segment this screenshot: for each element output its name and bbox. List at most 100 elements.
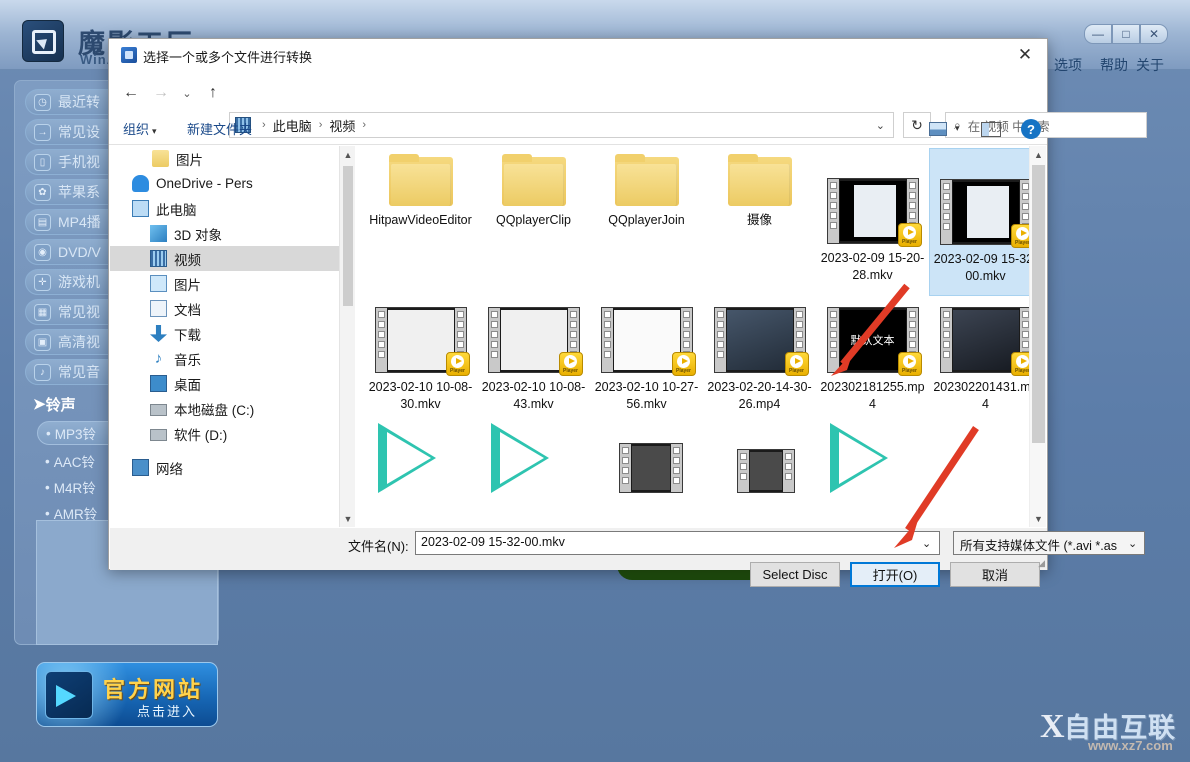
folder-icon [614,154,679,206]
dialog-titlebar: 选择一个或多个文件进行转换 ✕ [109,39,1047,71]
video-thumbnail [737,449,795,493]
menu-item-options[interactable]: 选项 [1054,55,1082,75]
music-icon: ♪ [34,363,51,381]
menu-item-about[interactable]: 关于 [1136,55,1164,75]
tree-scrollbar[interactable]: ▲ ▼ [339,146,355,527]
music-icon: ♪ [154,350,163,367]
dialog-close-button[interactable]: ✕ [1003,39,1047,70]
list-item[interactable]: Player 2023-02-10 10-27-56.mkv [590,301,703,449]
tree-scroll-thumb[interactable] [343,166,353,306]
file-name-label: 2023-02-10 10-08-30.mkv [368,380,473,411]
list-item[interactable]: 摄像 [703,148,816,296]
view-chevron-down-icon[interactable]: ▾ [955,123,960,134]
arrow-right-icon: → [34,123,51,141]
tree-item-onedrive[interactable]: OneDrive - Pers [110,171,355,196]
file-name-label: QQplayerClip [495,213,572,227]
play-triangle-icon [826,423,900,493]
tree-item-label: 此电脑 [156,202,197,218]
organize-button[interactable]: 组织 ▾ [123,119,157,138]
cancel-button[interactable]: 取消 [950,562,1040,587]
tree-item-label: 3D 对象 [174,227,223,243]
file-open-dialog: 选择一个或多个文件进行转换 ✕ ← → ⌄ ↑ › 此电脑 › 视频 › ⌄ ↻… [108,38,1147,587]
tree-item-label: 图片 [176,152,203,168]
list-scroll-thumb[interactable] [1032,165,1045,443]
tree-item-3d-objects[interactable]: 3D 对象 [110,221,355,246]
app-logo-icon [22,20,64,62]
folder-icon [501,154,566,206]
select-disc-button[interactable]: Select Disc [750,562,840,587]
view-mode-icon[interactable] [929,122,947,136]
filetype-dropdown-chevron-icon[interactable]: ⌄ [1128,537,1137,550]
navigation-tree-pane: 图片 OneDrive - Pers 此电脑 3D 对象 视频 图片 文档 下载… [110,146,355,527]
file-name-label: HitpawVideoEditor [369,213,472,227]
list-item[interactable]: Player 2023-02-20-14-30-26.mp4 [703,301,816,449]
file-name-label: 2023-02-09 15-32-00.mkv [933,252,1038,283]
tree-item-label: 桌面 [174,377,201,393]
forward-button[interactable]: → [149,81,173,105]
downloads-icon [150,325,167,342]
tree-item-music[interactable]: ♪ 音乐 [110,346,355,371]
sidebar-item-label: 常见音 [58,364,100,380]
cloud-icon [132,175,149,192]
tree-scroll-up-icon[interactable]: ▲ [340,146,355,163]
tree-item-video[interactable]: 视频 [110,246,355,271]
video-thumbnail: 默认文本 Player [826,307,922,376]
ringtone-icon: ➤ [33,396,46,413]
filename-input[interactable]: 2023-02-09 15-32-00.mkv [415,531,940,555]
tree-item-label: 音乐 [174,352,201,368]
file-list-pane: HitpawVideoEditor QQplayerClip QQplayerJ… [356,146,1046,527]
list-item[interactable]: QQplayerClip [477,148,590,296]
tree-item-documents[interactable]: 文档 [110,296,355,321]
folder-icon [152,150,169,167]
list-item[interactable]: QQplayerJoin [590,148,703,296]
new-folder-button[interactable]: 新建文件夹 [187,119,252,138]
app-close-button[interactable]: ✕ [1140,24,1168,44]
tree-item-downloads[interactable]: 下载 [110,321,355,346]
list-scroll-up-icon[interactable]: ▲ [1030,146,1046,163]
sidebar-item-label: 最近转 [58,94,100,110]
list-item[interactable]: HitpawVideoEditor [364,148,477,296]
tree-item-local-disk-c[interactable]: 本地磁盘 (C:) [110,396,355,421]
tree-item-software-d[interactable]: 软件 (D:) [110,421,355,446]
tree-item-this-pc[interactable]: 此电脑 [110,196,355,221]
disc-icon: ◉ [34,243,51,261]
preview-pane-icon[interactable] [981,122,1001,137]
tree-scroll-down-icon[interactable]: ▼ [340,510,355,527]
file-name-label: 202302181255.mp4 [820,380,925,411]
folder-icon [727,154,792,206]
list-scroll-down-icon[interactable]: ▼ [1030,510,1046,527]
play-badge-icon: Player [897,223,922,247]
app-maximize-button[interactable]: □ [1112,24,1140,44]
tree-item-label: 本地磁盘 (C:) [174,402,255,418]
video-thumbnail: Player [939,307,1035,376]
open-button[interactable]: 打开(O) [850,562,940,587]
tree-item-network[interactable]: 网络 [110,455,355,480]
app-minimize-button[interactable]: — [1084,24,1112,44]
file-list-scrollbar[interactable]: ▲ ▼ [1029,146,1046,527]
filetype-select[interactable]: 所有支持媒体文件 (*.avi *.as [953,531,1145,555]
documents-icon [150,300,167,317]
file-name-label: 2023-02-10 10-27-56.mkv [594,380,699,411]
official-website-badge[interactable]: 官方网站 点击进入 [36,662,218,727]
up-button[interactable]: ↑ [201,81,225,105]
sidebar-item-label: 苹果系 [58,184,100,200]
filename-dropdown-chevron-icon[interactable]: ⌄ [922,537,931,550]
sidebar-subitem-label: AAC铃 [53,455,95,470]
tree-item-pictures[interactable]: 图片 [110,271,355,296]
dialog-resize-grip[interactable]: ◢ [1038,558,1045,569]
help-icon[interactable]: ? [1021,119,1041,139]
badge-title: 官方网站 [103,677,204,702]
recent-locations-chevron-icon[interactable]: ⌄ [175,81,199,105]
drive-icon [150,429,167,441]
clock-icon: ◷ [34,93,51,111]
list-item[interactable]: Player 2023-02-09 15-20-28.mkv [816,148,929,296]
tree-item-desktop[interactable]: 桌面 [110,371,355,396]
play-triangle-icon [487,423,561,493]
film-icon: ▦ [34,303,51,321]
play-badge-icon: Player [671,352,696,376]
tree-item-pictures-quick[interactable]: 图片 [110,146,355,171]
list-item[interactable]: Player 202302201431.mp4 [929,301,1042,449]
menu-item-help[interactable]: 帮助 [1100,55,1128,75]
back-button[interactable]: ← [119,81,143,105]
list-item[interactable]: Player 2023-02-09 15-32-00.mkv [929,148,1042,296]
